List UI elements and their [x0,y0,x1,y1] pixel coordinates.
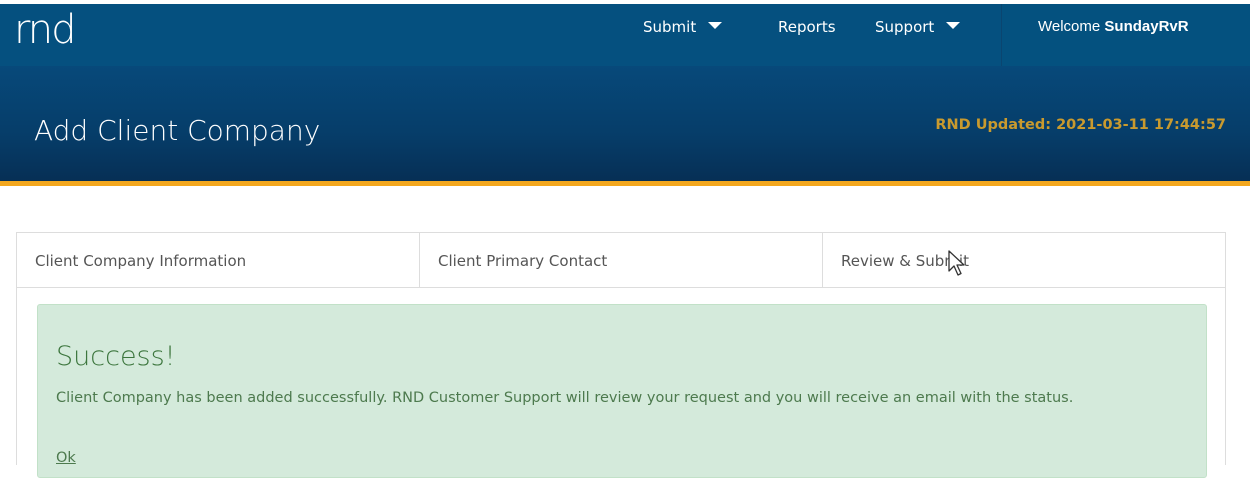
tab-client-primary-contact[interactable]: Client Primary Contact [420,233,823,287]
username: SundayRvR [1104,18,1189,35]
mouse-pointer-icon [948,250,965,276]
caret-down-icon [946,22,961,29]
nav-reports[interactable]: Reports [778,4,836,50]
updated-timestamp: RND Updated: 2021-03-11 17:44:57 [935,117,1226,133]
page-header: Add Client Company RND Updated: 2021-03-… [0,66,1250,186]
tab-review-submit[interactable]: Review & Submit [823,233,1225,287]
welcome-prefix: Welcome [1038,18,1101,35]
rnd-logo[interactable]: rnd [14,8,77,52]
page-title: Add Client Company [34,114,321,147]
caret-down-icon [708,22,723,29]
nav-reports-label: Reports [778,18,836,36]
nav-submit[interactable]: Submit [643,4,723,50]
wizard-card: Client Company Information Client Primar… [16,232,1226,478]
alert-message: Client Company has been added successful… [56,390,1074,406]
ok-link[interactable]: Ok [56,450,76,466]
nav-support[interactable]: Support [875,4,961,50]
top-navbar: rnd Submit Reports Support Welcome Sunda… [0,4,1250,66]
alert-title: Success! [56,341,176,372]
welcome-user[interactable]: Welcome SundayRvR [1038,4,1189,50]
nav-submit-label: Submit [643,18,697,36]
tab-client-company-information[interactable]: Client Company Information [17,233,420,287]
nav-support-label: Support [875,18,935,36]
wizard-tabs: Client Company Information Client Primar… [17,233,1225,288]
success-alert: Success! Client Company has been added s… [37,304,1207,478]
